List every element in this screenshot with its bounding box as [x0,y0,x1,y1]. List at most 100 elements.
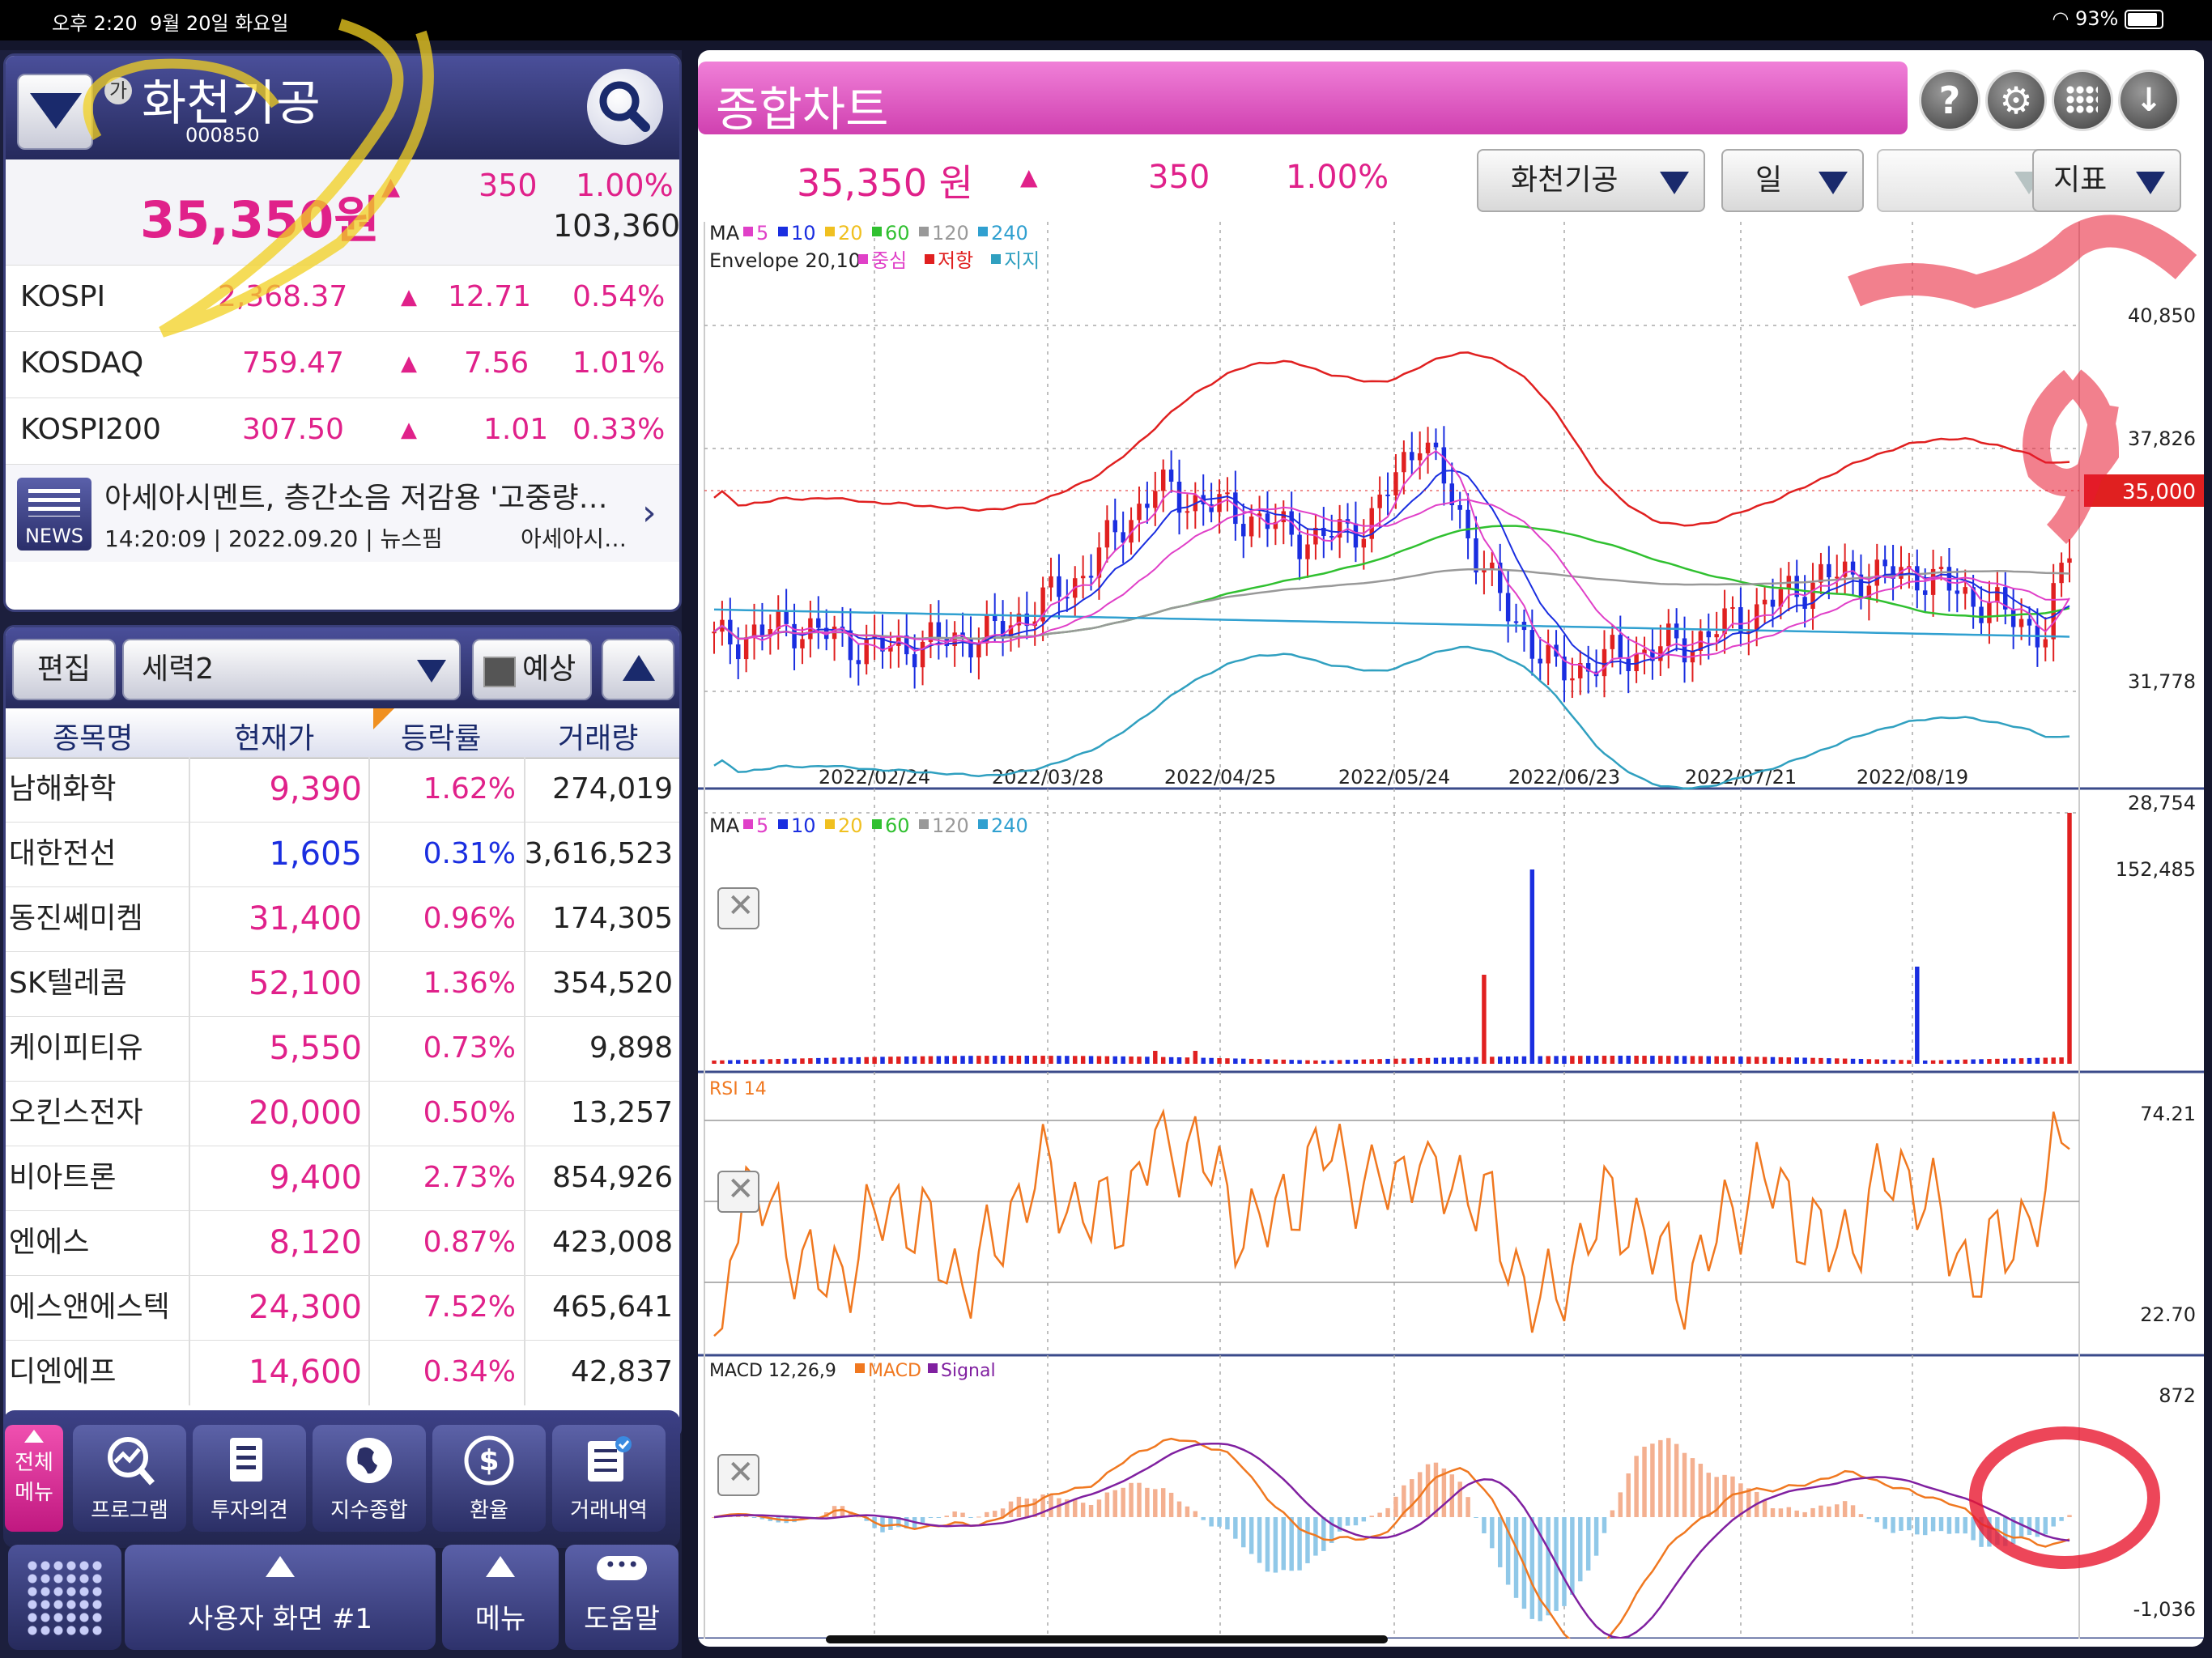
volume-bar [1794,1057,1799,1064]
table-row[interactable]: 비아트론 9,400 2.73% 854,926 [6,1146,679,1211]
index-summary-label: 지수종합 [330,1499,408,1523]
macd-histogram-bar [751,1517,757,1518]
col-rate-header[interactable]: 등락률 [401,715,481,757]
table-row[interactable]: 에스앤에스텍 24,300 7.52% 465,641 [6,1275,679,1341]
index-row[interactable]: KOSDAQ 759.47 ▲ 7.56 1.01% [6,331,679,398]
macd-legend-swatch [855,1363,865,1373]
globe-icon [347,1438,392,1483]
volume-bar [1024,1056,1030,1064]
index-row[interactable]: KOSPI 2,368.37 ▲ 12.71 0.54% [6,265,679,332]
trade-history-button[interactable]: 거래내역 [552,1425,666,1532]
volume-bar [728,1060,733,1064]
macd-histogram-bar [1273,1517,1278,1573]
volume-bar [1930,1060,1936,1064]
menu-button[interactable]: 메뉴 [442,1545,559,1650]
volume-bar [1882,1059,1887,1064]
download-icon[interactable]: ↓ [2118,70,2180,131]
predict-button[interactable]: 예상 [472,639,592,700]
index-summary-button[interactable]: 지수종합 [313,1425,426,1532]
candle-body [2043,639,2048,648]
candle-body [1425,442,1431,453]
stock-chart[interactable]: 40,85037,82631,77828,7542022/02/24 2022/0… [698,222,2204,1639]
user-screen-button[interactable]: 사용자 화면 #1 [125,1545,436,1650]
col-volume-header[interactable]: 거래량 [558,715,638,757]
grid-menu-button[interactable] [8,1545,121,1650]
edit-button[interactable]: 편집 [12,639,116,700]
all-menu-button[interactable]: 전체 메뉴 [5,1425,63,1532]
index-name: KOSPI [20,280,106,313]
macd-histogram-bar [1593,1517,1599,1556]
status-time: 오후 2:20 [52,12,138,35]
table-row[interactable]: 남해화학 9,390 1.62% 274,019 [6,757,679,823]
table-row[interactable]: 엔에스 8,120 0.87% 423,008 [6,1210,679,1276]
macd-histogram-bar [1786,1507,1792,1517]
macd-histogram-bar [1482,1517,1487,1534]
index-row[interactable]: KOSPI200 307.50 ▲ 1.01 0.33% [6,397,679,465]
macd-histogram-bar [1176,1501,1182,1517]
candle-body [1080,576,1086,579]
help-button[interactable]: ••• 도움말 [565,1545,678,1650]
col-price-header[interactable]: 현재가 [234,715,314,757]
macd-histogram-bar [1915,1517,1920,1535]
search-button[interactable] [587,69,663,145]
opinion-button[interactable]: 투자의견 [193,1425,306,1532]
table-row[interactable]: 디엔에프 14,600 0.34% 42,837 [6,1340,679,1405]
volume-bar [1137,1056,1142,1064]
volume-bar [1995,1058,2000,1064]
macd-histogram-bar [1922,1517,1928,1536]
table-row[interactable]: 오킨스전자 20,000 0.50% 13,257 [6,1081,679,1146]
close-macd-pane-icon[interactable]: ✕ [717,1454,759,1496]
macd-histogram-bar [1682,1452,1687,1517]
scroll-up-button[interactable] [602,639,674,700]
macd-histogram-bar [2043,1517,2048,1535]
candle-body [1153,491,1158,508]
status-date: 9월 20일 화요일 [149,12,289,35]
table-row[interactable]: SK텔레콤 52,100 1.36% 354,520 [6,951,679,1017]
program-button[interactable]: 프로그램 [73,1425,186,1532]
indicator-select[interactable]: 지표 [2032,149,2181,212]
period-select[interactable]: 일 [1721,149,1864,212]
volume-bar [1225,1058,1230,1064]
news-item[interactable]: NEWS 아세아시멘트, 층간소음 저감용 '고중량… 14:20:09 | 2… [6,464,679,562]
volume-bar [1088,1056,1094,1064]
grid-icon[interactable] [2052,70,2113,131]
all-menu-label: 메뉴 [15,1481,53,1505]
table-row[interactable]: 대한전선 1,605 0.31% 3,616,523 [6,822,679,887]
svg-text:$: $ [479,1444,499,1477]
col-name-header[interactable]: 종목명 [53,715,133,757]
candle-body [864,638,869,665]
volume-bar [1521,1056,1527,1064]
candle-body [2018,619,2024,627]
group-select[interactable]: 세력2 [122,639,461,700]
volume-bar [1946,1060,1952,1064]
close-volume-pane-icon[interactable]: ✕ [717,887,759,929]
stock-menu-button[interactable] [17,74,93,150]
candle-body [1297,534,1302,559]
exchange-rate-button[interactable]: $ 환율 [432,1425,546,1532]
candle-body [1233,492,1238,525]
volume-ma-legend-swatch [743,819,753,829]
macd-histogram-bar [1819,1505,1823,1517]
candle-body [1049,576,1053,588]
macd-histogram-bar [1024,1498,1030,1517]
close-rsi-pane-icon[interactable]: ✕ [717,1171,759,1213]
document-icon [230,1438,262,1482]
stock-info-icon[interactable]: 가 [104,77,132,104]
volume-ma-legend-swatch [978,819,988,829]
macd-histogram-bar [920,1517,925,1523]
volume-bar [2043,1057,2048,1064]
menu-label: 메뉴 [474,1603,526,1635]
volume-bar [928,1056,934,1064]
volume-bar [1297,1060,1302,1064]
date-axis-tick: 2022/06/23 [1508,766,1620,789]
help-icon[interactable]: ? [1919,70,1980,131]
chevron-down-icon [1819,172,1848,194]
left-panel: 가 화천기공 000850 35,350원 ▲ 350 1.00% 103,36… [0,50,682,1658]
volume-bar [880,1056,885,1064]
gear-icon[interactable]: ⚙ [1985,70,2047,131]
macd-histogram-bar [1353,1517,1359,1526]
table-row[interactable]: 동진쎄미켐 31,400 0.96% 174,305 [6,886,679,952]
table-row[interactable]: 케이피티유 5,550 0.73% 9,898 [6,1016,679,1082]
stock-select[interactable]: 화천기공 [1477,149,1705,212]
volume-bar [1129,1056,1134,1064]
